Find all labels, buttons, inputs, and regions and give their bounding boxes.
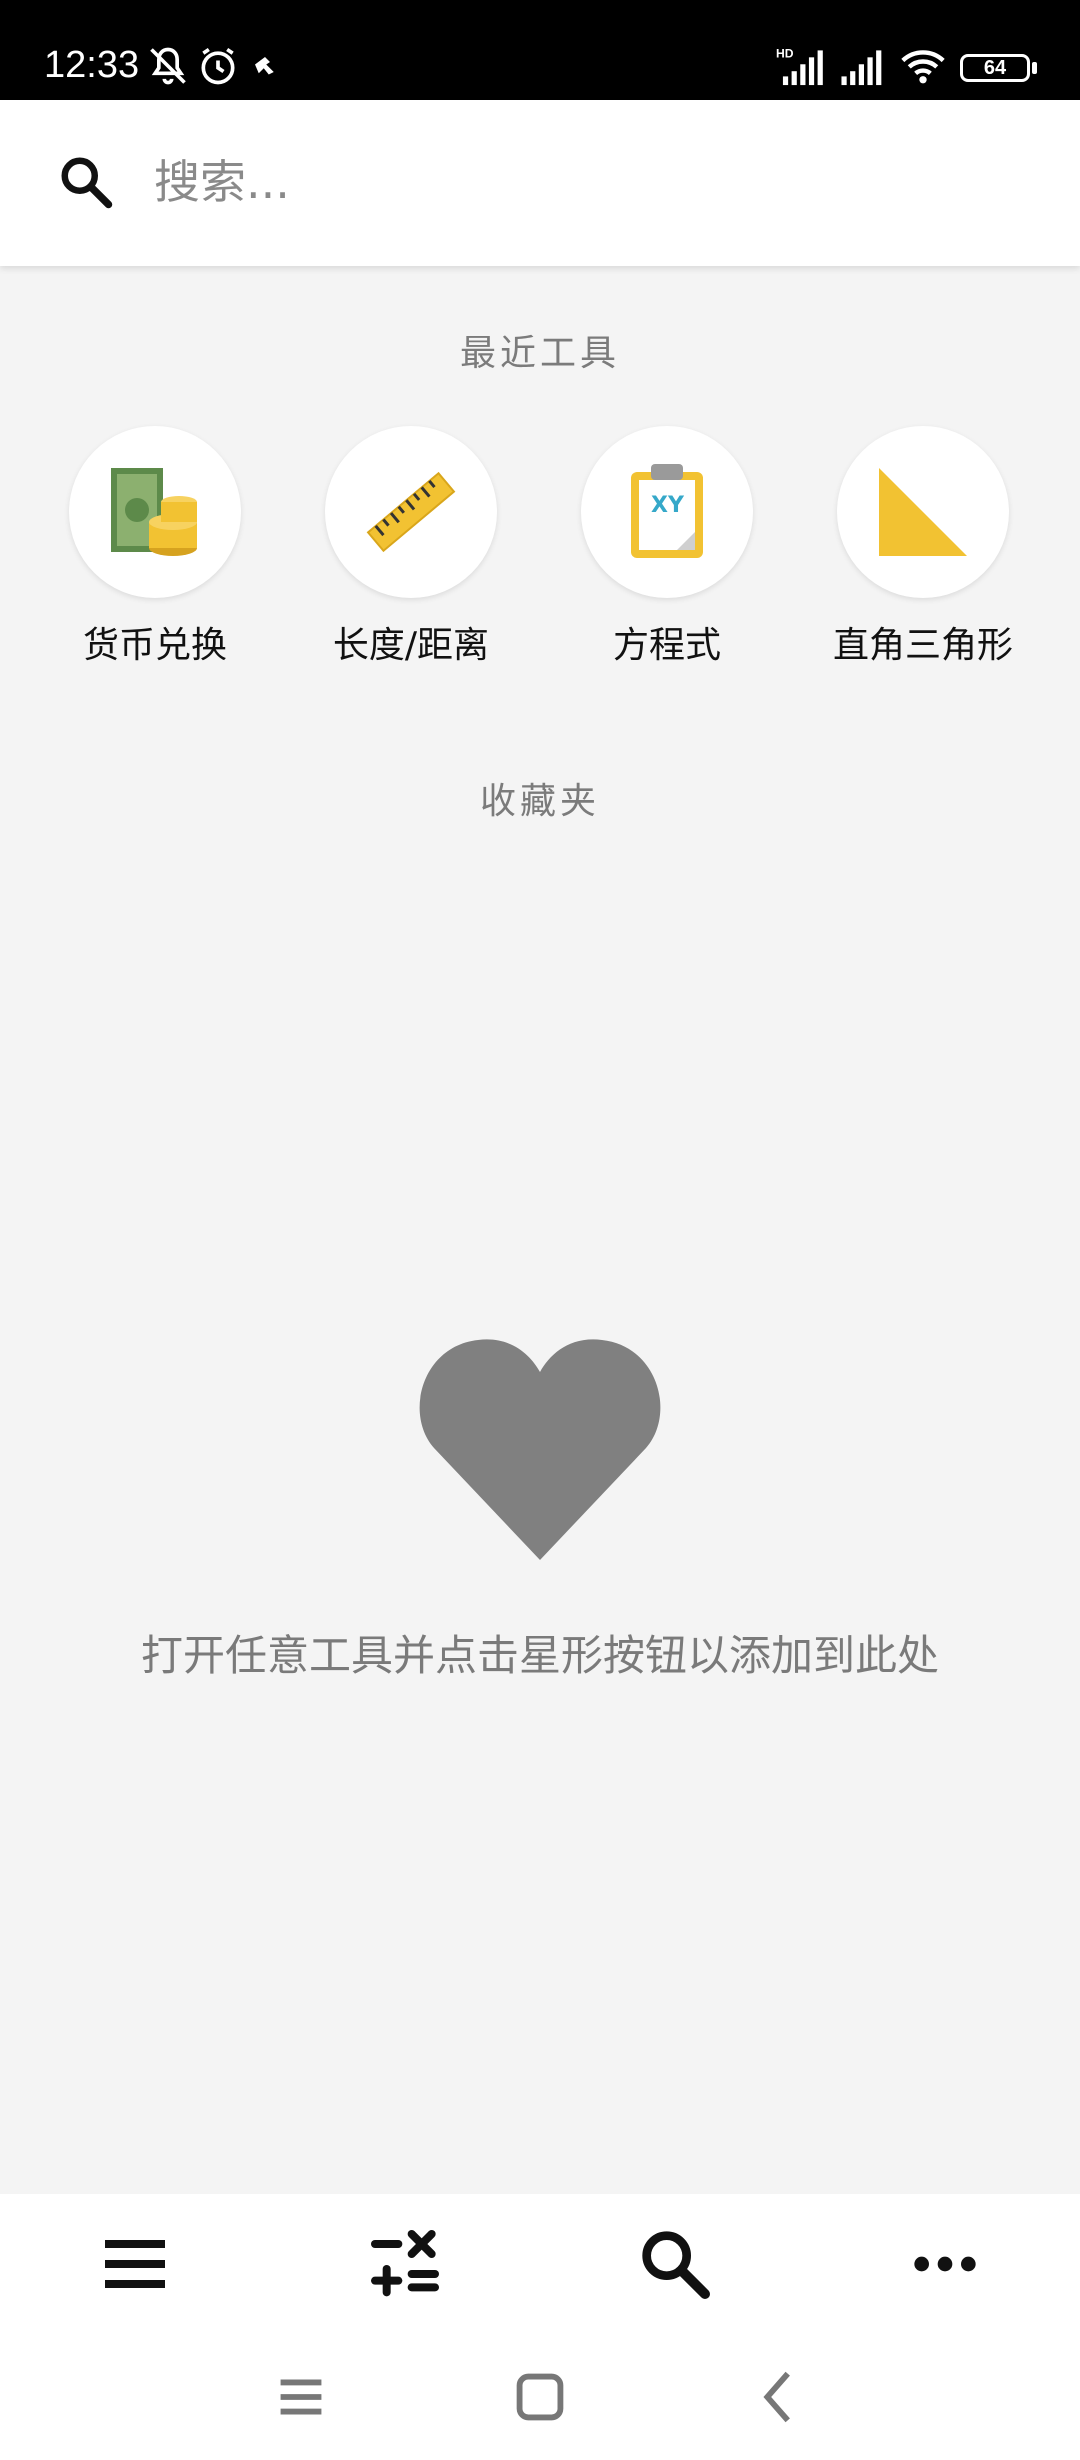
more-icon[interactable] [905,2224,985,2304]
home-icon[interactable] [505,2362,575,2432]
bottom-navigation [0,2194,1080,2334]
svg-text:HD: HD [776,46,794,60]
tool-icon-container: XY [581,426,753,598]
equation-clipboard-icon: XY [631,464,703,558]
calculator-icon[interactable] [365,2224,445,2304]
favorites-title: 收藏夹 [479,781,600,822]
heart-icon [418,1338,662,1564]
system-navigation [0,2334,1080,2460]
tool-right-triangle[interactable]: 直角三角形 [813,426,1033,666]
tool-equation[interactable]: XY 方程式 [557,426,777,666]
tool-currency-exchange[interactable]: 货币兑换 [45,426,265,666]
tool-label: 货币兑换 [82,625,227,666]
menu-icon[interactable] [95,2224,175,2304]
signal-icon [838,44,890,88]
tool-length-distance[interactable]: 长度/距离 [301,426,521,666]
currency-exchange-icon [111,468,197,556]
search-icon[interactable] [635,2224,715,2304]
wifi-icon [898,44,948,88]
status-time: 12:33 [44,44,140,86]
right-triangle-icon [879,468,967,556]
recent-apps-icon[interactable] [266,2362,336,2432]
battery-tip [1032,62,1037,74]
tool-label: 方程式 [612,625,721,666]
bell-off-icon [146,44,190,88]
tool-icon-container [69,426,241,598]
search-input[interactable]: 搜索... [154,152,290,212]
tool-icon-container [837,426,1009,598]
back-icon[interactable] [744,2362,814,2432]
tool-icon-container [325,426,497,598]
svg-text:XY: XY [651,493,685,518]
recent-tools-title: 最近工具 [459,333,620,374]
status-bar: 12:33 HD 64 [0,0,1080,100]
search-bar[interactable]: 搜索... [0,100,1080,266]
battery-indicator: 64 [960,54,1030,82]
hd-signal-icon: HD [776,44,828,88]
tool-label: 直角三角形 [832,625,1013,666]
tool-label: 长度/距离 [332,625,490,666]
alarm-icon [196,44,240,88]
favorites-empty-message: 打开任意工具并点击星形按钮以添加到此处 [140,1631,939,1680]
search-icon[interactable] [56,152,116,212]
app-notification-icon [250,52,280,82]
ruler-icon [366,471,456,553]
